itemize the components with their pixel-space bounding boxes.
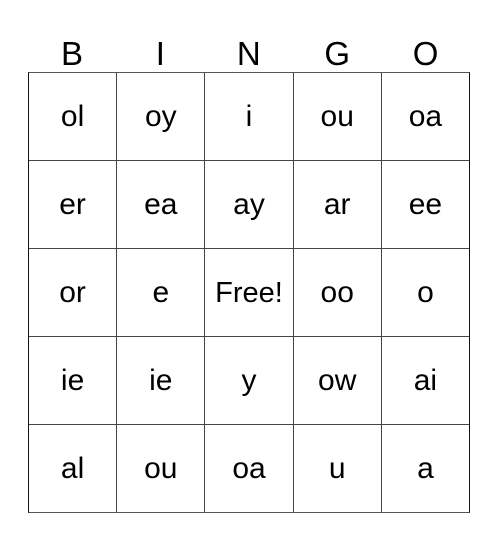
bingo-header-letter-g: G bbox=[324, 35, 351, 72]
bingo-cell-o5[interactable]: a bbox=[380, 425, 470, 512]
bingo-header-letter-o: O bbox=[412, 35, 439, 72]
bingo-cell-o1[interactable]: oa bbox=[380, 73, 470, 160]
bingo-cell-i4[interactable]: ie bbox=[116, 337, 205, 424]
bingo-cell-i1[interactable]: oy bbox=[116, 73, 205, 160]
bingo-cell-b1[interactable]: ol bbox=[29, 73, 117, 160]
bingo-cell-i3[interactable]: e bbox=[116, 249, 205, 336]
bingo-cell-b3[interactable]: or bbox=[29, 249, 117, 336]
bingo-header-letter-i: I bbox=[155, 35, 166, 72]
bingo-cell-n2[interactable]: ay bbox=[204, 161, 293, 248]
bingo-cell-o2[interactable]: ee bbox=[380, 161, 470, 248]
bingo-cell-b5[interactable]: al bbox=[29, 425, 117, 512]
bingo-cell-i2[interactable]: ea bbox=[116, 161, 205, 248]
bingo-header-letter-n: N bbox=[236, 35, 262, 72]
bingo-cell-n4[interactable]: y bbox=[204, 337, 293, 424]
bingo-grid: ol oy i ou oa er ea ay ar ee or e Free! … bbox=[28, 72, 470, 513]
bingo-cell-i5[interactable]: ou bbox=[116, 425, 205, 512]
bingo-header-letter-b: B bbox=[60, 35, 84, 72]
bingo-cell-b2[interactable]: er bbox=[29, 161, 117, 248]
bingo-cell-o3[interactable]: o bbox=[380, 249, 470, 336]
bingo-row-2: er ea ay ar ee bbox=[29, 160, 470, 248]
bingo-cell-g4[interactable]: ow bbox=[292, 337, 381, 424]
bingo-cell-n5[interactable]: oa bbox=[204, 425, 293, 512]
bingo-cell-b4[interactable]: ie bbox=[29, 337, 117, 424]
bingo-card: B I N G O ol oy i ou oa er ea ay ar ee o… bbox=[0, 0, 500, 544]
bingo-row-5: al ou oa u a bbox=[29, 424, 470, 512]
bingo-cell-g2[interactable]: ar bbox=[292, 161, 381, 248]
bingo-cell-g3[interactable]: oo bbox=[292, 249, 381, 336]
bingo-cell-o4[interactable]: ai bbox=[380, 337, 470, 424]
bingo-row-1: ol oy i ou oa bbox=[29, 73, 470, 160]
bingo-cell-g5[interactable]: u bbox=[292, 425, 381, 512]
bingo-cell-n1[interactable]: i bbox=[204, 73, 293, 160]
bingo-cell-g1[interactable]: ou bbox=[292, 73, 381, 160]
bingo-cell-free-space[interactable]: Free! bbox=[204, 249, 293, 336]
bingo-row-3: or e Free! oo o bbox=[29, 248, 470, 336]
bingo-row-4: ie ie y ow ai bbox=[29, 336, 470, 424]
bingo-header-row: B I N G O bbox=[28, 22, 470, 72]
